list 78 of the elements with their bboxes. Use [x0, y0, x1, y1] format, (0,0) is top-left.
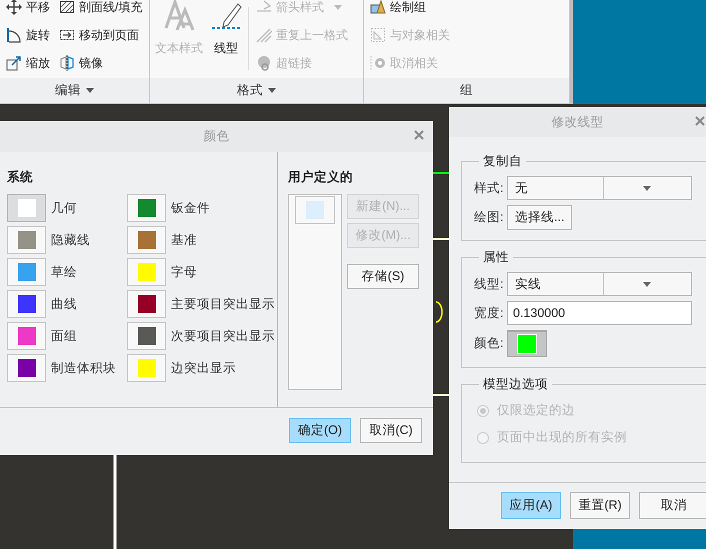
dashed-frame-icon	[370, 27, 386, 43]
color-swatch[interactable]	[127, 258, 166, 286]
scale-icon	[6, 55, 22, 71]
large-tool-button[interactable]: 线型	[209, 0, 243, 78]
color-swatch[interactable]	[127, 354, 166, 382]
color-name: 边突出显示	[171, 360, 236, 376]
group-title: 属性	[482, 249, 510, 266]
color-swatch[interactable]	[7, 290, 46, 318]
group-menu-button[interactable]: 格式	[150, 78, 363, 103]
color-name: 曲线	[51, 296, 77, 312]
mirror-icon	[59, 55, 75, 71]
toolbar-button[interactable]: 镜像	[57, 49, 144, 77]
dialog-button[interactable]: 取消(C)	[360, 418, 422, 443]
toolbar-button[interactable]: 绘制组	[368, 0, 452, 21]
dialog-button[interactable]: 确定(O)	[289, 418, 351, 443]
color-name: 字母	[171, 264, 197, 280]
dialog-button[interactable]: 存储(S)	[347, 264, 419, 289]
field-label: 颜色:	[474, 335, 504, 352]
link-globe-icon	[256, 55, 272, 71]
dialog-title: 修改线型	[552, 114, 604, 130]
group-label: 组	[460, 82, 473, 99]
close-icon	[414, 130, 424, 140]
toolbar-button[interactable]: 剖面线/填充	[57, 0, 144, 21]
color-name: 隐藏线	[51, 232, 90, 248]
dialog-button[interactable]: 重置(R)	[570, 492, 630, 519]
field-label: 线型:	[474, 276, 504, 292]
toolbar-button[interactable]: 旋转	[4, 21, 52, 49]
dropdown[interactable]: 实线	[507, 272, 692, 296]
section-heading: 用户定义的	[288, 169, 354, 186]
color-swatch[interactable]	[127, 290, 166, 318]
color-name: 几何	[51, 200, 77, 216]
color-swatch[interactable]	[295, 196, 335, 224]
caret-icon	[643, 186, 652, 190]
color-name: 面组	[51, 328, 77, 344]
caret-icon	[268, 88, 276, 93]
color-swatch[interactable]	[127, 322, 166, 350]
color-name: 基准	[171, 232, 197, 248]
color-swatch[interactable]	[7, 322, 46, 350]
dialog-button[interactable]: 应用(A)	[501, 492, 561, 519]
group-menu-button[interactable]: 编辑	[0, 78, 149, 103]
group-shapes-icon	[370, 0, 386, 15]
caret-icon	[643, 282, 652, 286]
width-input[interactable]: 0.130000	[507, 301, 692, 325]
color-swatch[interactable]	[7, 258, 46, 286]
move-to-page-icon	[59, 27, 75, 43]
color-name: 制造体积块	[51, 360, 116, 376]
toolbar-button[interactable]: 移动到页面	[57, 21, 144, 49]
caret-icon	[334, 4, 342, 10]
group-title: 模型边选项	[482, 376, 549, 393]
text-style-icon	[163, 0, 195, 32]
color-swatch[interactable]	[127, 194, 166, 222]
section-heading: 系统	[7, 169, 34, 186]
color-swatch[interactable]	[7, 194, 46, 222]
select-line-button[interactable]: 选择线...	[507, 205, 572, 230]
toolbar-button[interactable]: 缩放	[4, 49, 52, 77]
dialog-button[interactable]: 取消	[639, 492, 706, 519]
color-swatch[interactable]	[507, 330, 547, 357]
group-title: 复制自	[482, 153, 523, 170]
color-name: 钣金件	[171, 200, 210, 216]
caret-icon	[86, 88, 94, 93]
color-swatch[interactable]	[7, 226, 46, 254]
color-swatch[interactable]	[127, 226, 166, 254]
close-icon	[695, 116, 705, 126]
dialog-title: 颜色	[204, 128, 230, 145]
color-name: 次要项目突出显示	[171, 328, 275, 344]
hatch-icon	[59, 0, 75, 15]
color-name: 主要项目突出显示	[171, 296, 275, 312]
toolbar-button[interactable]: 平移	[4, 0, 52, 21]
color-swatch[interactable]	[7, 354, 46, 382]
repeat-format-icon	[256, 27, 272, 43]
field-label: 宽度:	[474, 304, 504, 322]
color-name: 草绘	[51, 264, 77, 280]
field-label: 绘图:	[474, 209, 504, 226]
dropdown[interactable]: 无	[507, 176, 692, 200]
field-label: 样式:	[474, 180, 504, 196]
rotate-icon	[6, 27, 22, 43]
move-arrows-icon	[6, 0, 22, 15]
unlink-icon	[370, 55, 386, 71]
